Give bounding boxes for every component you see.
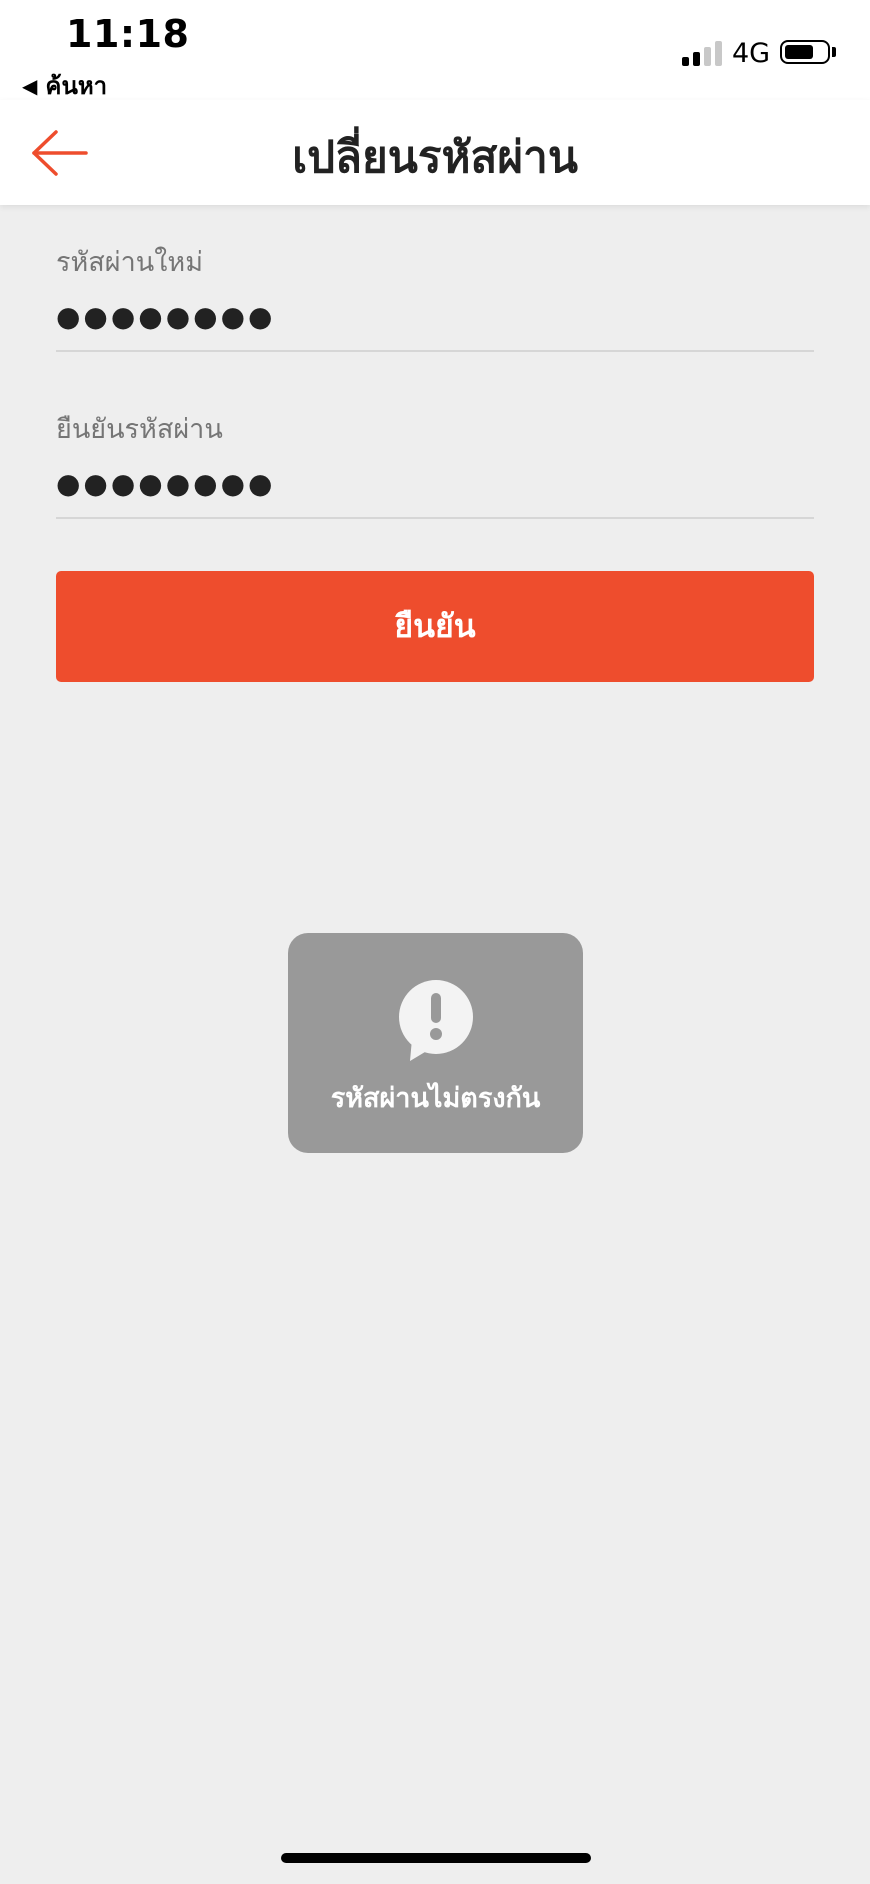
new-password-underline (56, 350, 814, 352)
app-header: เปลี่ยนรหัสผ่าน (0, 100, 870, 205)
new-password-label: รหัสผ่านใหม่ (56, 247, 203, 278)
battery-icon (780, 40, 830, 64)
back-triangle-icon: ◀ (22, 73, 38, 98)
network-type: 4G (732, 38, 771, 69)
page-title: เปลี่ยนรหัสผ่าน (292, 132, 578, 183)
toast-message: รหัสผ่านไม่ตรงกัน (330, 1083, 541, 1114)
signal-strength-icon (682, 40, 722, 66)
status-bar: 11:18 ◀ ค้นหา 4G (0, 0, 870, 100)
status-time: 11:18 (66, 12, 190, 56)
confirm-password-field[interactable]: ยืนยันรหัสผ่าน ●●●●●●●● (56, 407, 814, 519)
new-password-input[interactable]: ●●●●●●●● (56, 297, 814, 337)
battery-tip (832, 47, 836, 57)
exclamation-bubble-icon (396, 979, 476, 1061)
battery-level (785, 45, 813, 59)
error-toast: รหัสผ่านไม่ตรงกัน (288, 933, 583, 1153)
confirm-password-underline (56, 517, 814, 519)
confirm-button[interactable]: ยืนยัน (56, 571, 814, 682)
new-password-field[interactable]: รหัสผ่านใหม่ ●●●●●●●● (56, 240, 814, 352)
confirm-password-input[interactable]: ●●●●●●●● (56, 464, 814, 504)
home-indicator[interactable] (281, 1853, 591, 1863)
confirm-password-label: ยืนยันรหัสผ่าน (56, 414, 223, 445)
